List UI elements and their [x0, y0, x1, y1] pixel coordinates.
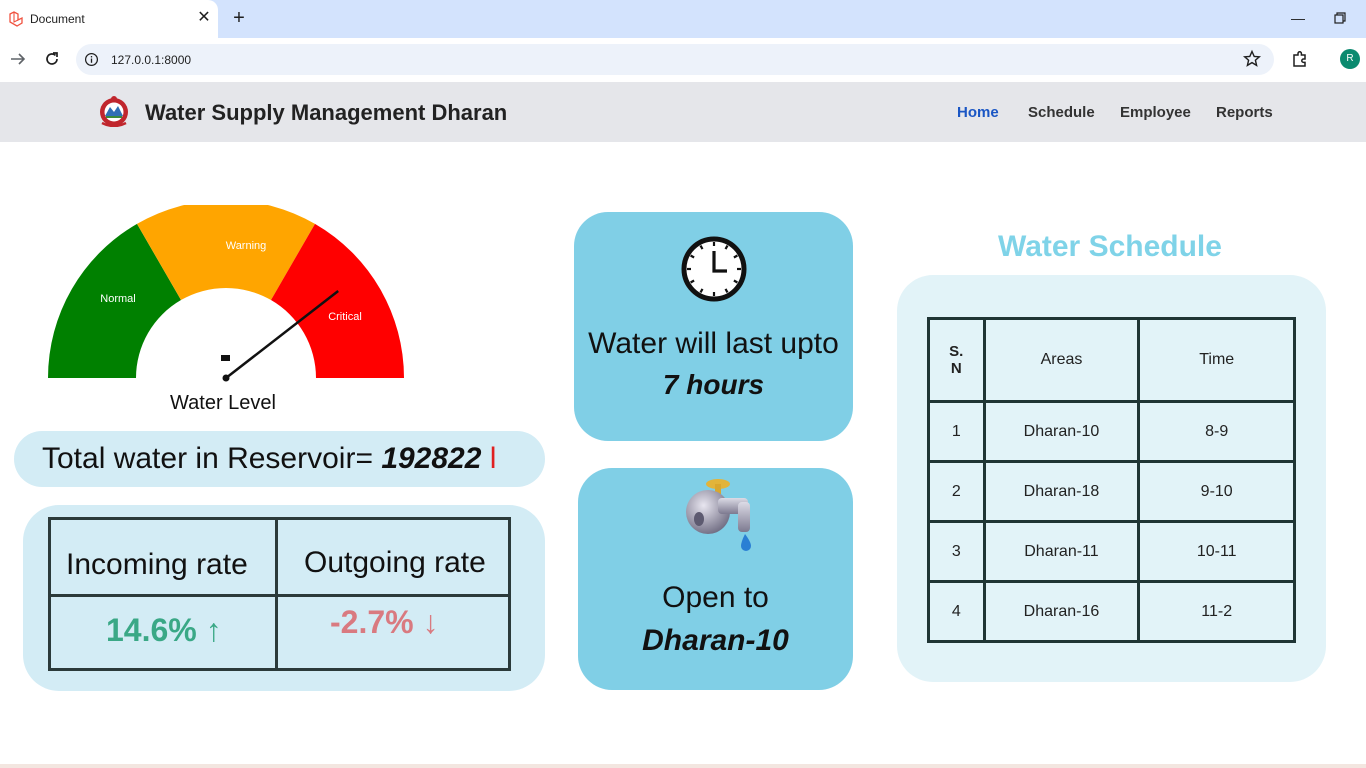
- bookmark-star-icon[interactable]: [1242, 49, 1262, 69]
- cell-time: 10-11: [1137, 520, 1296, 583]
- schedule-table: S. N Areas Time 1 Dharan-10 8-9 2 Dharan-…: [927, 317, 1296, 643]
- table-divider: [51, 594, 508, 597]
- water-duration-card: Water will last upto 7 hours: [574, 212, 853, 441]
- open-area-card: Open to Dharan-10: [578, 468, 853, 690]
- browser-tab[interactable]: Document ✕: [0, 0, 218, 38]
- brand-title[interactable]: Water Supply Management Dharan: [145, 100, 507, 126]
- outgoing-rate-header: Outgoing rate: [304, 546, 486, 579]
- column-header-areas: Areas: [982, 317, 1141, 403]
- reservoir-total-text: Total water in Reservoir= 192822 l: [42, 442, 496, 476]
- nepal-emblem-logo: [100, 96, 128, 127]
- nav-link-schedule[interactable]: Schedule: [1028, 104, 1095, 121]
- reservoir-unit: l: [489, 442, 497, 475]
- open-to-label: Open to: [662, 581, 769, 614]
- close-tab-icon[interactable]: ✕: [193, 7, 215, 29]
- table-row: 2 Dharan-18 9-10: [927, 460, 1296, 523]
- url-text[interactable]: 127.0.0.1:8000: [111, 53, 191, 67]
- extensions-puzzle-icon[interactable]: [1290, 49, 1310, 69]
- restore-window-icon[interactable]: [1330, 8, 1350, 28]
- tab-title: Document: [30, 12, 85, 26]
- nav-link-home[interactable]: Home: [957, 104, 999, 121]
- new-tab-icon[interactable]: +: [228, 7, 250, 29]
- flow-rates-panel: Incoming rate Outgoing rate 14.6% ↑ -2.7…: [23, 505, 545, 691]
- column-header-time: Time: [1137, 317, 1296, 403]
- browser-toolbar: 127.0.0.1:8000 R: [0, 38, 1366, 82]
- cell-area: Dharan-16: [982, 580, 1141, 643]
- minimize-window-icon[interactable]: —: [1288, 8, 1308, 28]
- forward-arrow-icon[interactable]: [8, 49, 28, 69]
- app-navbar: Water Supply Management Dharan Home Sche…: [0, 82, 1366, 142]
- cell-sn: 2: [927, 460, 986, 523]
- cell-sn: 3: [927, 520, 986, 583]
- incoming-rate-value: 14.6% ↑: [106, 612, 222, 648]
- gauge-zone-warning-label: Warning: [226, 240, 267, 252]
- incoming-rate-header: Incoming rate: [66, 548, 248, 581]
- reservoir-value: 192822: [381, 442, 482, 475]
- table-row: 1 Dharan-10 8-9: [927, 400, 1296, 463]
- address-bar[interactable]: 127.0.0.1:8000: [76, 44, 1274, 75]
- cell-time: 9-10: [1137, 460, 1296, 523]
- page-bottom-border: [0, 764, 1366, 768]
- flow-rates-table: Incoming rate Outgoing rate 14.6% ↑ -2.7…: [48, 517, 511, 671]
- water-tap-icon: [686, 479, 751, 551]
- water-level-gauge: Normal Warning Critical: [48, 205, 404, 382]
- duration-label: Water will last upto: [588, 327, 839, 360]
- site-info-icon[interactable]: [84, 52, 99, 67]
- gauge-value-marker: [221, 355, 230, 361]
- duration-value: 7 hours: [662, 369, 765, 400]
- clock-icon: [681, 236, 747, 302]
- cell-sn: 1: [927, 400, 986, 463]
- table-row: 3 Dharan-11 10-11: [927, 520, 1296, 583]
- outgoing-rate-value: -2.7% ↓: [330, 604, 439, 640]
- gauge-label: Water Level: [170, 392, 276, 414]
- reservoir-total-pill: Total water in Reservoir= 192822 l: [14, 431, 545, 487]
- laravel-favicon-icon: [9, 11, 23, 27]
- table-row: 4 Dharan-16 11-2: [927, 580, 1296, 643]
- cell-area: Dharan-10: [982, 400, 1141, 463]
- gauge-needle-hub: [222, 374, 230, 382]
- cell-sn: 4: [927, 580, 986, 643]
- open-area-value: Dharan-10: [642, 624, 789, 657]
- browser-tabstrip: Document ✕ + —: [0, 0, 1366, 38]
- schedule-title: Water Schedule: [998, 230, 1222, 263]
- profile-avatar[interactable]: R: [1340, 49, 1360, 69]
- gauge-zone-normal-label: Normal: [100, 293, 135, 305]
- cell-time: 8-9: [1137, 400, 1296, 463]
- table-header-row: S. N Areas Time: [927, 317, 1296, 403]
- schedule-panel: S. N Areas Time 1 Dharan-10 8-9 2 Dharan-…: [897, 275, 1326, 682]
- cell-area: Dharan-18: [982, 460, 1141, 523]
- reservoir-label: Total water in Reservoir=: [42, 442, 373, 475]
- column-header-sn: S. N: [927, 317, 986, 403]
- nav-link-reports[interactable]: Reports: [1216, 104, 1273, 121]
- cell-time: 11-2: [1137, 580, 1296, 643]
- nav-link-employee[interactable]: Employee: [1120, 104, 1191, 121]
- gauge-zone-critical-label: Critical: [328, 311, 362, 323]
- reload-icon[interactable]: [42, 49, 62, 69]
- cell-area: Dharan-11: [982, 520, 1141, 583]
